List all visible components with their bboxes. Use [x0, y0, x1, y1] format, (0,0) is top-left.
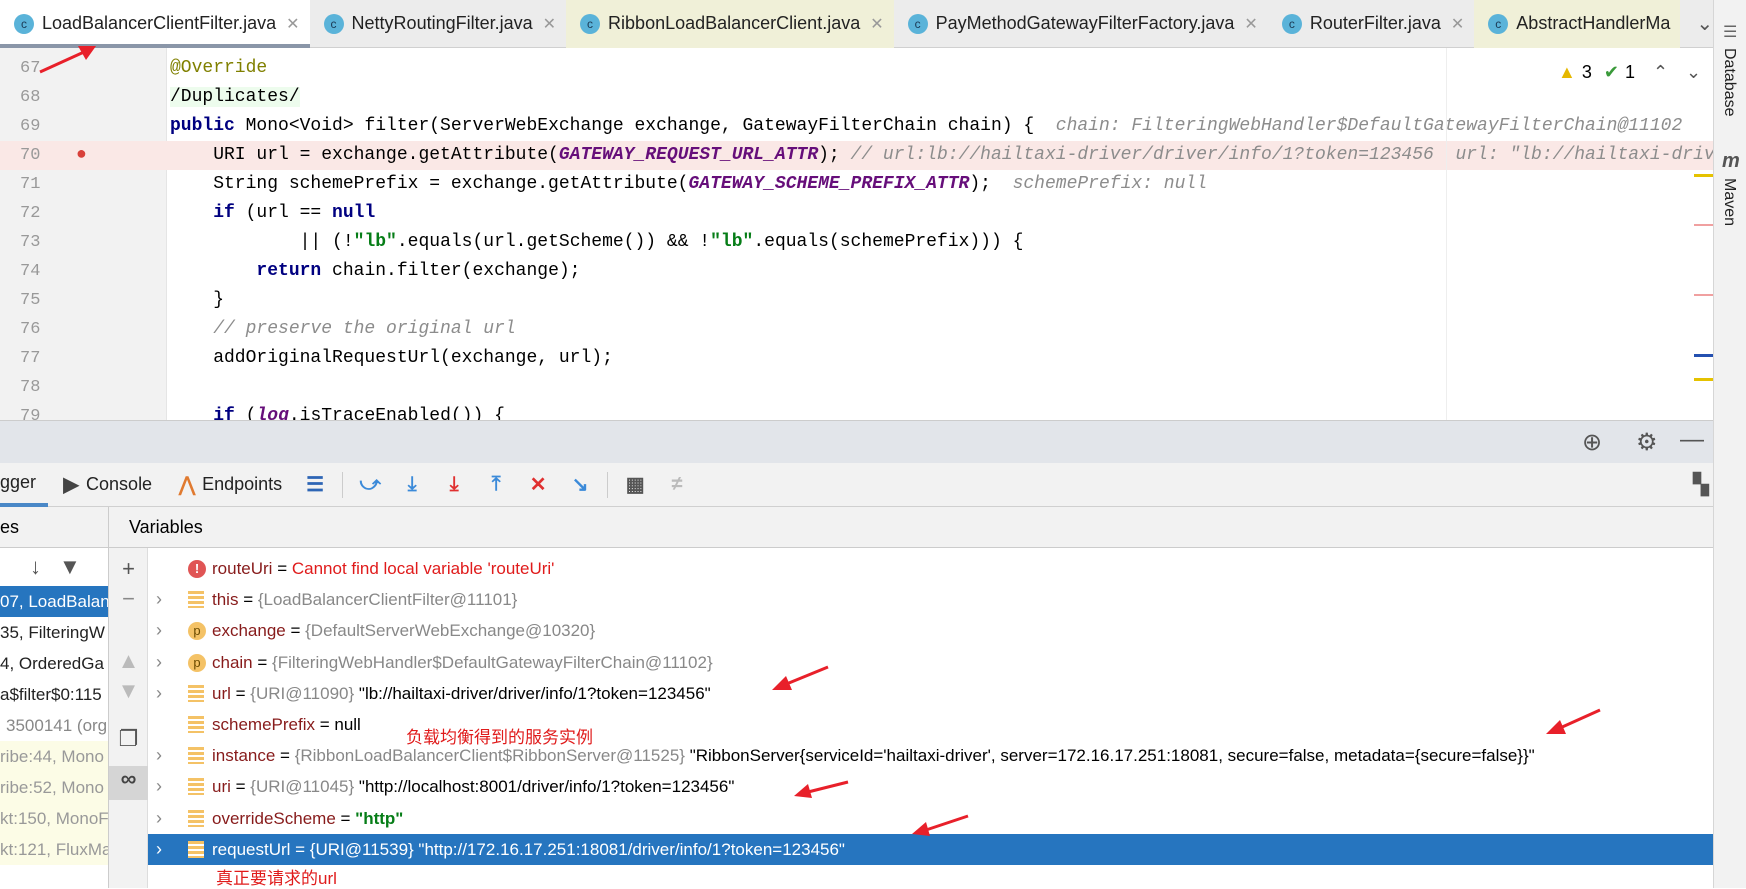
arrow-to-url [772, 665, 829, 690]
arrow-to-tab [39, 46, 96, 74]
arrow-to-request-url [912, 814, 969, 836]
arrow-to-uri [794, 780, 849, 798]
arrow-to-instance [1546, 708, 1601, 734]
annotation-arrows [39, 46, 1601, 836]
